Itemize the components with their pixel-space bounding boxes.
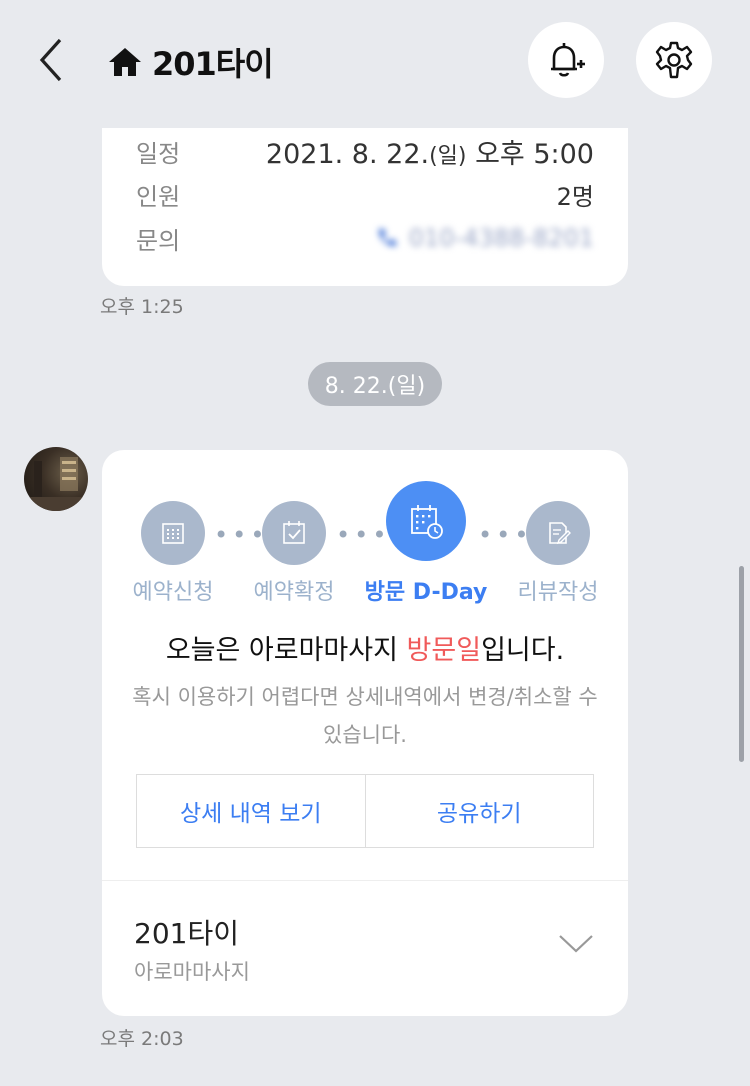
people-row: 인원 2명 bbox=[136, 174, 594, 214]
visit-message-end: 입니다. bbox=[481, 635, 565, 666]
visit-message-text: 오늘은 아로마마사지 bbox=[165, 635, 407, 666]
bell-plus-icon bbox=[551, 43, 585, 77]
step-label-confirmed: 예약확정 bbox=[253, 580, 335, 605]
schedule-date: 2021. 8. 22. bbox=[265, 138, 430, 170]
expand-button[interactable] bbox=[556, 932, 596, 956]
scrollbar[interactable] bbox=[739, 566, 744, 762]
contact-label: 문의 bbox=[136, 226, 181, 255]
visit-message-highlight: 방문일 bbox=[406, 635, 482, 666]
schedule-row: 일정 2021. 8. 22.(일) 오후 5:00 bbox=[136, 131, 594, 171]
phone-icon bbox=[378, 229, 396, 247]
step-reservation-request bbox=[141, 501, 205, 565]
message-time: 오후 2:03 bbox=[100, 1028, 184, 1050]
schedule-time: 오후 5:00 bbox=[475, 138, 594, 170]
back-button[interactable] bbox=[32, 36, 72, 84]
step-connector: ••• bbox=[336, 521, 391, 549]
title-area: 201타이 bbox=[108, 40, 274, 84]
contact-phone-number: 010-4388-8201 bbox=[408, 224, 594, 252]
settings-button[interactable] bbox=[636, 22, 712, 98]
back-arrow-icon bbox=[39, 38, 62, 82]
view-details-button[interactable]: 상세 내역 보기 bbox=[137, 775, 365, 847]
contact-row: 문의 010-4388-8201 bbox=[136, 218, 594, 258]
visit-dday-card: ••• ••• ••• 예약신청 예약확정 방문 D-Day 리뷰작성 오늘은 … bbox=[102, 450, 628, 1016]
header: 201타이 bbox=[0, 0, 750, 120]
shop-category: 아로마마사지 bbox=[134, 960, 250, 984]
divider bbox=[102, 880, 628, 881]
home-icon bbox=[109, 48, 141, 76]
calendar-clock-icon bbox=[411, 505, 443, 539]
step-label-review: 리뷰작성 bbox=[517, 580, 599, 605]
shop-name: 201타이 bbox=[134, 917, 239, 950]
gear-icon bbox=[655, 41, 693, 79]
step-visit-dday bbox=[386, 481, 466, 561]
date-separator: 8. 22.(일) bbox=[308, 362, 442, 406]
change-cancel-notice: 혹시 이용하기 어렵다면 상세내역에서 변경/취소할 수 있습니다. bbox=[132, 685, 598, 747]
notification-add-button[interactable] bbox=[528, 22, 604, 98]
visit-message: 오늘은 아로마마사지 방문일입니다. bbox=[102, 628, 628, 667]
review-edit-icon bbox=[549, 522, 571, 545]
chevron-down-icon bbox=[559, 935, 593, 953]
message-time: 오후 1:25 bbox=[100, 296, 184, 318]
step-reservation-confirmed bbox=[262, 501, 326, 565]
people-label: 인원 bbox=[136, 182, 181, 211]
step-connector: ••• bbox=[478, 521, 533, 549]
calendar-grid-icon bbox=[162, 523, 184, 544]
step-label-request: 예약신청 bbox=[132, 580, 214, 605]
avatar-image bbox=[24, 457, 88, 511]
schedule-day: (일) bbox=[429, 143, 467, 169]
schedule-value: 2021. 8. 22.(일) 오후 5:00 bbox=[266, 132, 594, 171]
avatar[interactable] bbox=[24, 447, 88, 511]
page-title: 201타이 bbox=[152, 45, 274, 83]
schedule-label: 일정 bbox=[136, 139, 181, 168]
contact-phone-link[interactable]: 010-4388-8201 bbox=[375, 224, 594, 252]
people-value: 2명 bbox=[556, 182, 594, 211]
step-connector: ••• bbox=[214, 521, 269, 549]
step-label-dday: 방문 D-Day bbox=[364, 580, 488, 605]
step-write-review bbox=[526, 501, 590, 565]
action-buttons: 상세 내역 보기 공유하기 bbox=[136, 774, 594, 848]
share-button[interactable]: 공유하기 bbox=[364, 775, 594, 847]
calendar-check-icon bbox=[283, 521, 305, 544]
reservation-info-card: 일정 2021. 8. 22.(일) 오후 5:00 인원 2명 문의 010-… bbox=[102, 128, 628, 286]
